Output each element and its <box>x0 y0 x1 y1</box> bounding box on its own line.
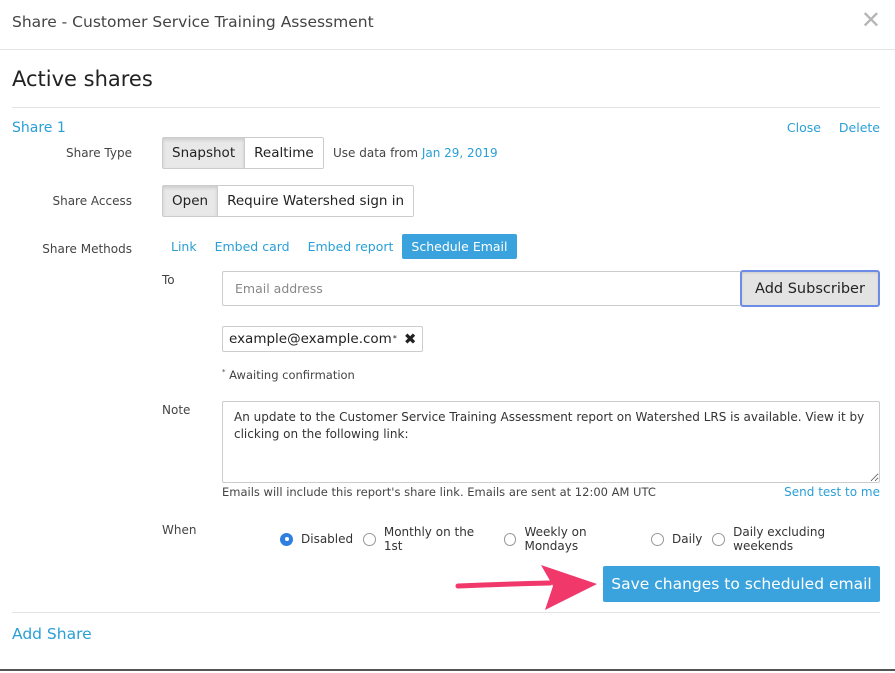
radio-icon[interactable] <box>503 532 517 546</box>
tab-link[interactable]: Link <box>162 234 206 259</box>
awaiting-confirmation-note: * Awaiting confirmation <box>222 368 355 382</box>
close-share-link[interactable]: Close <box>787 120 821 135</box>
data-from-prefix: Use data from <box>333 146 419 160</box>
close-icon[interactable]: ✕ <box>861 8 881 32</box>
require-signin-button[interactable]: Require Watershed sign in <box>217 186 414 216</box>
schedule-option-label: Daily excluding weekends <box>733 525 826 553</box>
share-methods-tabs: Link Embed card Embed report Schedule Em… <box>162 234 517 259</box>
section-title: Active shares <box>12 67 153 91</box>
add-share-link[interactable]: Add Share <box>12 625 92 643</box>
awaiting-footnote-marker: * <box>222 368 226 377</box>
to-label: To <box>162 273 175 287</box>
tab-embed-card[interactable]: Embed card <box>206 234 299 259</box>
share-access-toggle: Open Require Watershed sign in <box>162 185 415 217</box>
remove-subscriber-icon[interactable]: ✖ <box>404 327 417 351</box>
schedule-option-disabled[interactable]: Disabled <box>280 532 353 546</box>
radio-icon[interactable] <box>712 532 726 546</box>
note-textarea[interactable]: An update to the Customer Service Traini… <box>222 401 880 483</box>
share-modal: Share - Customer Service Training Assess… <box>0 0 895 671</box>
tab-embed-report[interactable]: Embed report <box>299 234 403 259</box>
email-address-input[interactable] <box>222 271 740 306</box>
divider <box>12 107 880 108</box>
subscriber-chip: example@example.com * ✖ <box>222 326 424 352</box>
share-name[interactable]: Share 1 <box>12 120 66 136</box>
radio-selected-icon[interactable] <box>280 532 293 546</box>
share-actions: Close Delete <box>773 120 880 135</box>
data-from-date-link[interactable]: Jan 29, 2019 <box>422 146 498 160</box>
awaiting-marker: * <box>392 334 397 343</box>
schedule-option-label: Weekly on Mondays <box>524 525 587 553</box>
subscriber-email: example@example.com <box>229 331 392 347</box>
tab-schedule-email[interactable]: Schedule Email <box>402 234 517 259</box>
schedule-options: Disabled Monthly on the 1st Weekly on Mo… <box>280 525 895 553</box>
send-test-link[interactable]: Send test to me <box>784 485 880 499</box>
snapshot-button[interactable]: Snapshot <box>163 138 245 168</box>
data-from-text: Use data from Jan 29, 2019 <box>333 146 498 160</box>
schedule-option-weekly[interactable]: Weekly on Mondays <box>503 525 641 553</box>
share-methods-label: Share Methods <box>42 242 132 256</box>
divider <box>12 612 880 613</box>
annotation-arrow-icon <box>455 565 597 610</box>
radio-icon[interactable] <box>363 532 376 546</box>
share-type-toggle: Snapshot Realtime <box>162 137 324 169</box>
schedule-option-label: Disabled <box>301 532 354 546</box>
save-scheduled-email-button[interactable]: Save changes to scheduled email <box>603 566 880 602</box>
share-access-label: Share Access <box>52 194 132 208</box>
modal-header: Share - Customer Service Training Assess… <box>0 0 895 50</box>
schedule-option-label: Monthly on the 1st <box>383 525 475 553</box>
modal-title: Share - Customer Service Training Assess… <box>12 13 374 31</box>
schedule-option-label: Daily <box>672 532 703 546</box>
awaiting-text: Awaiting confirmation <box>229 368 355 382</box>
realtime-button[interactable]: Realtime <box>244 138 323 168</box>
share-type-label: Share Type <box>65 146 132 160</box>
open-button[interactable]: Open <box>163 186 218 216</box>
schedule-option-daily[interactable]: Daily <box>651 532 702 546</box>
note-label: Note <box>162 403 191 417</box>
schedule-option-daily-weekdays[interactable]: Daily excluding weekends <box>712 525 885 553</box>
when-label: When <box>162 523 197 537</box>
schedule-option-monthly[interactable]: Monthly on the 1st <box>363 525 494 553</box>
radio-icon[interactable] <box>651 532 665 546</box>
add-subscriber-button[interactable]: Add Subscriber <box>740 270 880 307</box>
email-hint: Emails will include this report's share … <box>222 485 656 499</box>
delete-share-link[interactable]: Delete <box>839 120 880 135</box>
